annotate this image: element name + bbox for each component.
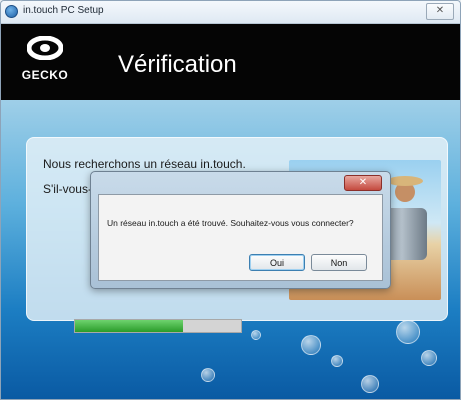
title-bar[interactable]: in.touch PC Setup ✕ [1,1,460,24]
dialog-message: Un réseau in.touch a été trouvé. Souhait… [107,218,354,228]
progress-fill [75,320,183,332]
window-title: in.touch PC Setup [23,5,104,16]
hat-shape [387,176,423,186]
page-title: Vérification [118,51,237,78]
dialog-close-button[interactable]: ✕ [344,175,382,191]
gecko-logo-mark-icon [27,36,63,60]
bubble-decoration [331,355,343,367]
oui-button[interactable]: Oui [249,254,305,271]
app-icon [5,5,18,18]
window-close-button[interactable]: ✕ [426,3,454,20]
bubble-decoration [396,320,420,344]
bubble-decoration [361,375,379,393]
bubble-decoration [301,335,321,355]
bubble-decoration [201,368,215,382]
progress-bar [74,319,242,333]
header-banner: GECKO Vérification [1,24,460,100]
status-message: Nous recherchons un réseau in.touch. [43,157,246,171]
confirm-dialog: ✕ Un réseau in.touch a été trouvé. Souha… [90,171,391,289]
bubble-decoration [251,330,261,340]
dialog-body: Un réseau in.touch a été trouvé. Souhait… [98,194,383,281]
setup-window: in.touch PC Setup ✕ GECKO Vérification N… [0,0,461,400]
gecko-logo: GECKO [15,30,75,94]
logo-text: GECKO [21,68,69,82]
bubble-decoration [421,350,437,366]
wait-message: S'il-vous- [43,182,92,196]
non-button[interactable]: Non [311,254,367,271]
